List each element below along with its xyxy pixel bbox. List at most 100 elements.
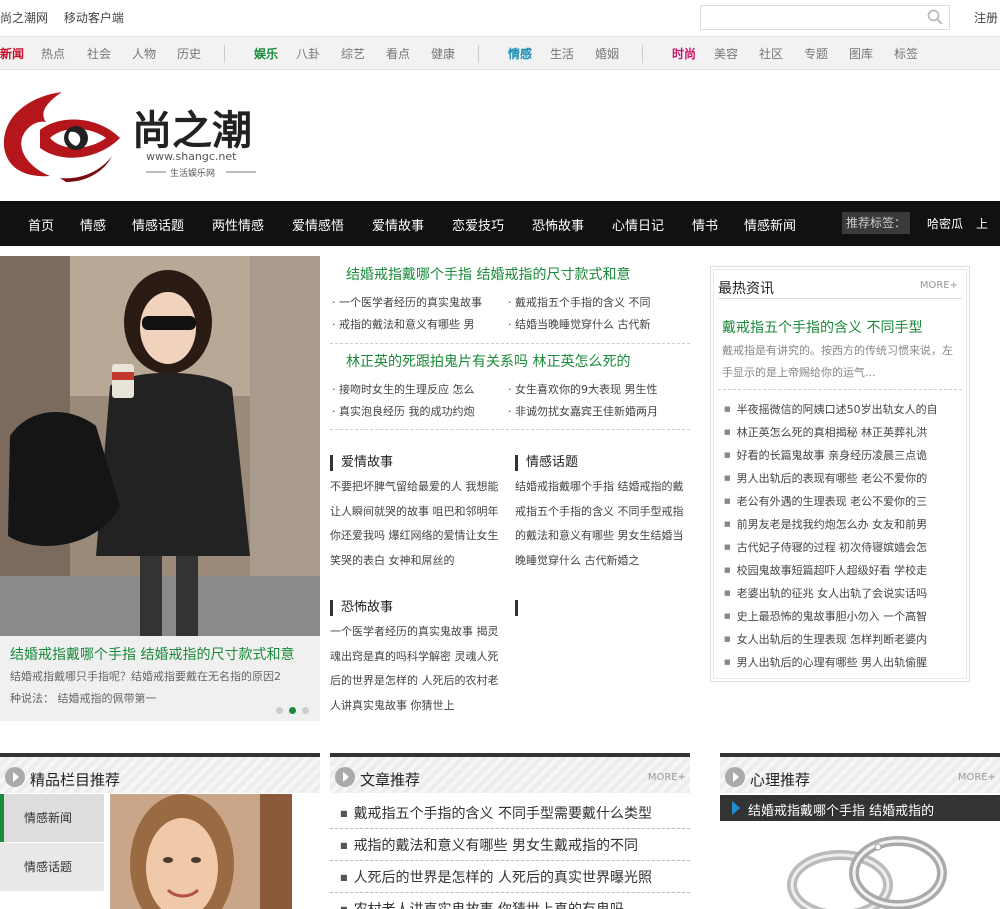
hot-feature-desc: 戴戒指是有讲究的。按西方的传统习惯来说，左手显示的是上帝赐给你的运气... <box>722 344 953 379</box>
channel-fashion[interactable]: 时尚 <box>672 45 696 62</box>
slider-dots[interactable] <box>276 703 315 717</box>
channel-topics[interactable]: 专题 <box>804 45 828 62</box>
slider-dot-active[interactable] <box>289 707 296 714</box>
article-link[interactable]: 戴戒指五个手指的含义 不同手型需要戴什么类型 <box>340 803 685 823</box>
section-text[interactable]: 一个医学者经历的真实鬼故事 揭灵魂出窍是真的吗科学解密 灵魂人死后的世界是怎样的… <box>330 620 506 718</box>
psych-featured-title[interactable]: 结婚戒指戴哪个手指 结婚戒指的 <box>748 800 934 819</box>
more-link[interactable]: MORE+ <box>648 772 686 783</box>
nav-emotion[interactable]: 情感 <box>80 215 106 234</box>
hero-image[interactable] <box>0 256 320 636</box>
logo-slogan: 生活娱乐网 <box>170 167 215 179</box>
headline-link[interactable]: · 结婚当晚睡觉穿什么 古代新 <box>508 316 672 332</box>
section-title-horror-story[interactable]: 恐怖故事 <box>330 600 393 616</box>
channel-hot[interactable]: 热点 <box>41 45 65 62</box>
list-item[interactable]: 前男友老是找我约炮怎么办 女友和前男 <box>724 513 956 536</box>
site-home-link[interactable]: 尚之潮网 <box>0 11 48 25</box>
list-item[interactable]: 老公有外遇的生理表现 老公不爱你的三 <box>724 490 956 513</box>
headline-link[interactable]: · 真实泡良经历 我的成功约炮 <box>332 403 504 419</box>
headline-link[interactable]: · 一个医学者经历的真实鬼故事 <box>332 294 504 310</box>
site-logo[interactable]: 尚之潮 www.shangc.net 生活娱乐网 <box>0 86 270 186</box>
headline-link[interactable]: · 接吻时女生的生理反应 怎么 <box>332 381 504 397</box>
play-circle-icon <box>335 767 355 787</box>
divider <box>330 828 690 829</box>
mobile-client-link[interactable]: 移动客户端 <box>64 11 124 25</box>
list-item[interactable]: 半夜摇微信的阿姨口述50岁出轨女人的自 <box>724 398 956 421</box>
panel-header: 精品栏目推荐 <box>0 757 320 793</box>
channel-life[interactable]: 生活 <box>550 45 574 62</box>
search-input[interactable] <box>700 5 950 30</box>
article-recommend-panel: 文章推荐 MORE+ 戴戒指五个手指的含义 不同手型需要戴什么类型 戒指的戴法和… <box>330 753 690 909</box>
channel-gossip[interactable]: 八卦 <box>296 45 320 62</box>
nav-emotion-news[interactable]: 情感新闻 <box>744 215 796 234</box>
nav-love-letter[interactable]: 情书 <box>692 215 718 234</box>
nav-horror-story[interactable]: 恐怖故事 <box>532 215 584 234</box>
register-link[interactable]: 注册 <box>974 9 998 26</box>
panel-header: 文章推荐 MORE+ <box>330 757 690 793</box>
tag-link[interactable]: 哈密瓜 <box>927 215 963 232</box>
list-item[interactable]: 史上最恐怖的鬼故事胆小勿入 一个高智 <box>724 605 956 628</box>
nav-sex-emotion[interactable]: 两性情感 <box>212 215 264 234</box>
search-icon[interactable] <box>927 9 943 25</box>
channel-emotion[interactable]: 情感 <box>508 45 532 62</box>
channel-health[interactable]: 健康 <box>431 45 455 62</box>
hot-news-more-link[interactable]: MORE+ <box>920 280 958 291</box>
rings-image[interactable] <box>780 833 960 909</box>
psych-featured-bar[interactable]: 结婚戒指戴哪个手指 结婚戒指的 <box>720 795 1000 821</box>
nav-love-insight[interactable]: 爱情感悟 <box>292 215 344 234</box>
section-text[interactable]: 结婚戒指戴哪个手指 结婚戒指的戴戒指五个手指的含义 不同手型戒指的戴法和意义有哪… <box>515 475 691 573</box>
headline-link[interactable]: · 戴戒指五个手指的含义 不同 <box>508 294 672 310</box>
article-link[interactable]: 农村老人讲真实鬼故事 你猜世上真的有鬼吗 <box>340 899 685 909</box>
channel-marriage[interactable]: 婚姻 <box>595 45 619 62</box>
tag-link[interactable]: 上 <box>976 215 988 232</box>
list-item[interactable]: 女人出轨后的生理表现 怎样判断老婆内 <box>724 628 956 651</box>
article-link[interactable]: 人死后的世界是怎样的 人死后的真实世界曝光照 <box>340 867 685 887</box>
slider-dot[interactable] <box>302 707 309 714</box>
list-item[interactable]: 校园鬼故事短篇超吓人超级好看 学校走 <box>724 559 956 582</box>
list-item[interactable]: 老婆出轨的征兆 女人出轨了会说实话吗 <box>724 582 956 605</box>
divider <box>330 429 690 430</box>
section-title-love-story[interactable]: 爱情故事 <box>330 455 393 471</box>
section-text[interactable]: 不要把坏脾气留给最爱的人 我想能让人瞬间就哭的故事 咀巴和邻明年你还爱我吗 爆红… <box>330 475 506 573</box>
channel-people[interactable]: 人物 <box>132 45 156 62</box>
tab-emotion-topic[interactable]: 情感话题 <box>0 843 104 891</box>
nav-dating-tips[interactable]: 恋爱技巧 <box>452 215 504 234</box>
section-title-emotion-topic[interactable]: 情感话题 <box>515 455 578 471</box>
list-item[interactable]: 好看的长篇鬼故事 亲身经历凌晨三点诡 <box>724 444 956 467</box>
divider <box>478 45 479 63</box>
headline-link[interactable]: · 戒指的戴法和意义有哪些 男 <box>332 316 504 332</box>
channel-entertainment[interactable]: 娱乐 <box>254 45 278 62</box>
nav-love-story[interactable]: 爱情故事 <box>372 215 424 234</box>
channel-gallery[interactable]: 图库 <box>849 45 873 62</box>
headline-title[interactable]: 林正英的死跟拍鬼片有关系吗 林正英怎么死的 <box>346 351 630 371</box>
hero-title[interactable]: 结婚戒指戴哪个手指 结婚戒指的尺寸款式和意 <box>10 644 294 664</box>
hot-feature-title[interactable]: 戴戒指五个手指的含义 不同手型 <box>722 317 922 337</box>
nav-home[interactable]: 首页 <box>28 215 54 234</box>
channel-society[interactable]: 社会 <box>87 45 111 62</box>
article-link[interactable]: 戒指的戴法和意义有哪些 男女生戴戒指的不同 <box>340 835 685 855</box>
list-item[interactable]: 男人出轨后的心理有哪些 男人出轨偷腥 <box>724 651 956 674</box>
column-image[interactable] <box>110 794 292 909</box>
hot-news-box: 最热资讯 MORE+ 戴戒指五个手指的含义 不同手型 戴戒指是有讲究的。按西方的… <box>710 266 970 682</box>
list-item[interactable]: 男人出轨后的表现有哪些 老公不爱你的 <box>724 467 956 490</box>
headline-link[interactable]: · 女生喜欢你的9大表现 男生性 <box>508 381 672 397</box>
headline-link[interactable]: · 非诚勿扰女嘉宾王佳新婚两月 <box>508 403 672 419</box>
channel-news[interactable]: 新闻 <box>0 45 24 62</box>
hero-slider[interactable]: 结婚戒指戴哪个手指 结婚戒指的尺寸款式和意 结婚戒指戴哪只手指呢？结婚戒指要戴在… <box>0 256 320 721</box>
tab-emotion-news[interactable]: 情感新闻 <box>0 794 104 842</box>
channel-nav: 新闻 热点 社会 人物 历史 娱乐 八卦 综艺 看点 健康 情感 生活 婚姻 时… <box>0 36 1000 70</box>
more-link[interactable]: MORE+ <box>958 772 996 783</box>
channel-variety[interactable]: 综艺 <box>341 45 365 62</box>
panel-title: 心理推荐 <box>750 771 811 789</box>
slider-dot[interactable] <box>276 707 283 714</box>
headline-title[interactable]: 结婚戒指戴哪个手指 结婚戒指的尺寸款式和意 <box>346 264 630 284</box>
channel-beauty[interactable]: 美容 <box>714 45 738 62</box>
channel-history[interactable]: 历史 <box>177 45 201 62</box>
divider <box>718 389 962 390</box>
nav-mood-diary[interactable]: 心情日记 <box>612 215 664 234</box>
list-item[interactable]: 林正英怎么死的真相揭秘 林正英葬礼洪 <box>724 421 956 444</box>
channel-community[interactable]: 社区 <box>759 45 783 62</box>
channel-tags[interactable]: 标签 <box>894 45 918 62</box>
nav-emotion-topic[interactable]: 情感话题 <box>132 215 184 234</box>
channel-highlights[interactable]: 看点 <box>386 45 410 62</box>
list-item[interactable]: 古代妃子侍寝的过程 初次侍寝嫔嫱会怎 <box>724 536 956 559</box>
